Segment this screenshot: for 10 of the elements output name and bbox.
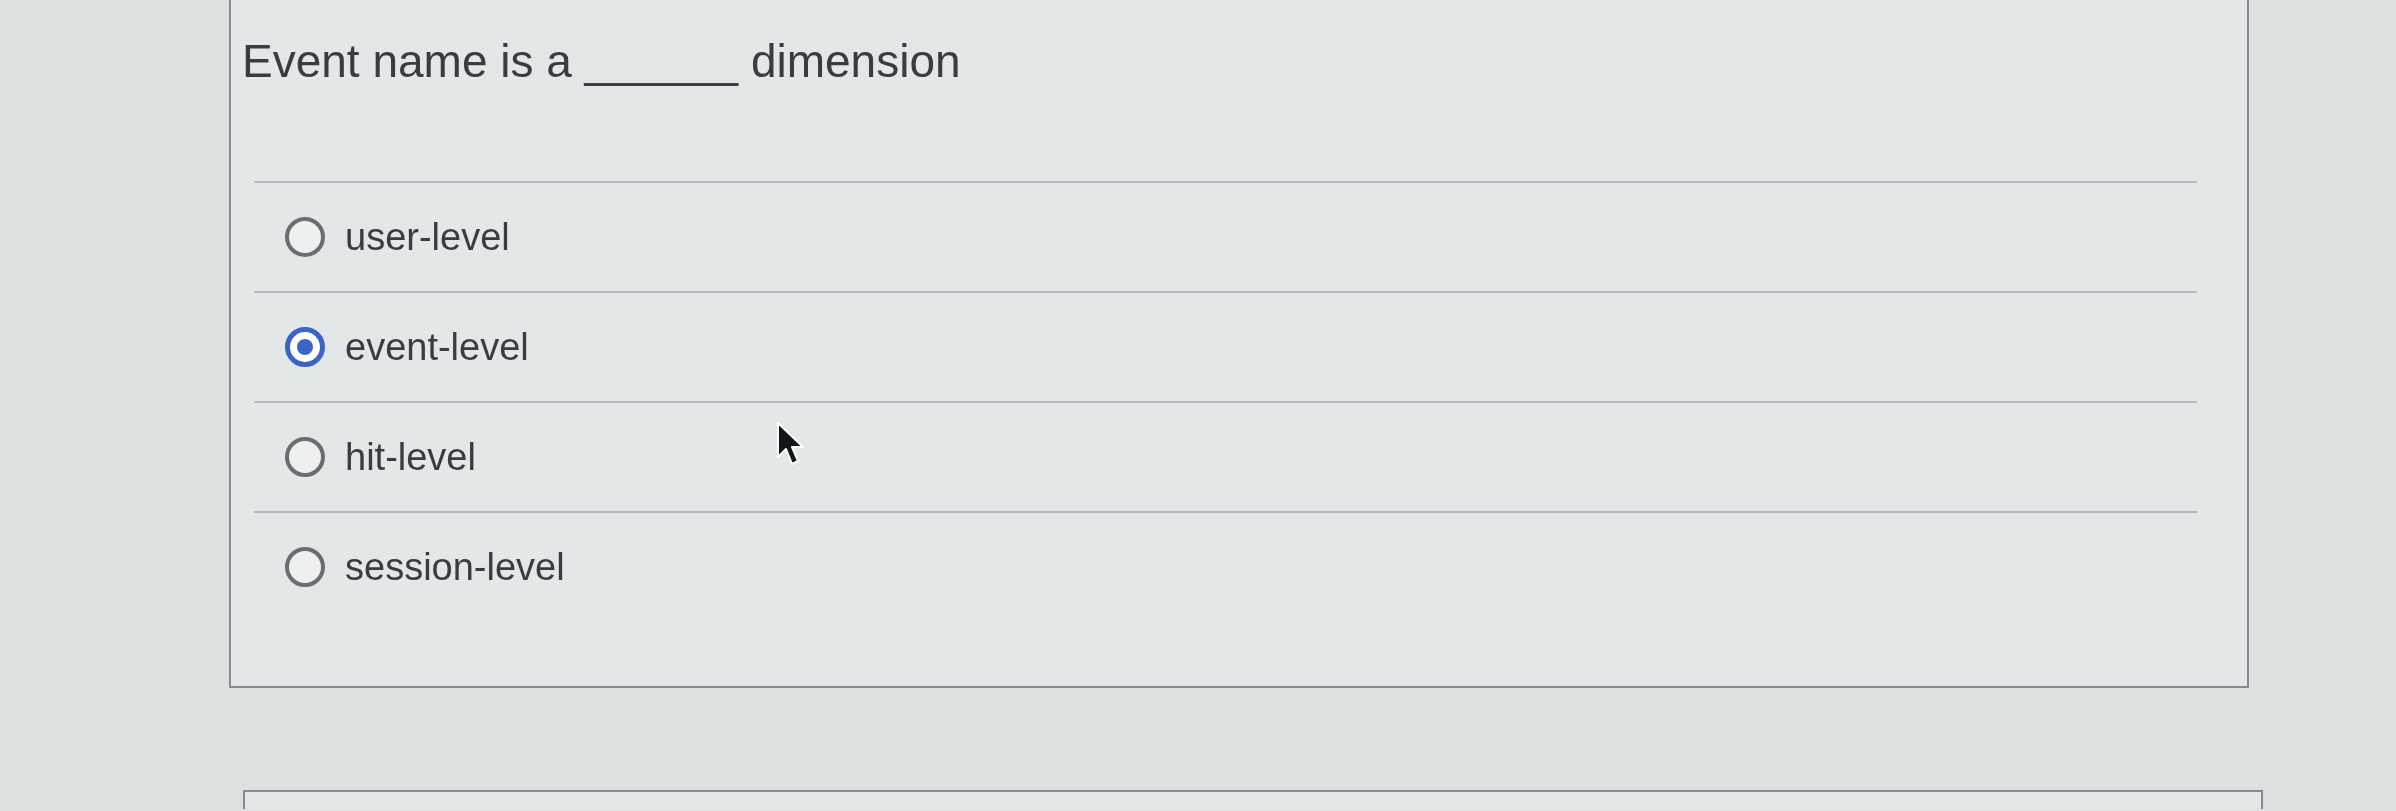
radio-button[interactable] (285, 217, 325, 257)
option-label[interactable]: hit-level (345, 433, 476, 481)
radio-button[interactable] (285, 547, 325, 587)
option-label[interactable]: user-level (345, 213, 510, 261)
option-label[interactable]: event-level (345, 323, 529, 371)
cursor-icon (776, 421, 806, 467)
radio-button[interactable] (285, 327, 325, 367)
radio-button[interactable] (285, 437, 325, 477)
option-label[interactable]: session-level (345, 543, 565, 591)
question-text: Event name is a ______ dimension (242, 34, 961, 89)
